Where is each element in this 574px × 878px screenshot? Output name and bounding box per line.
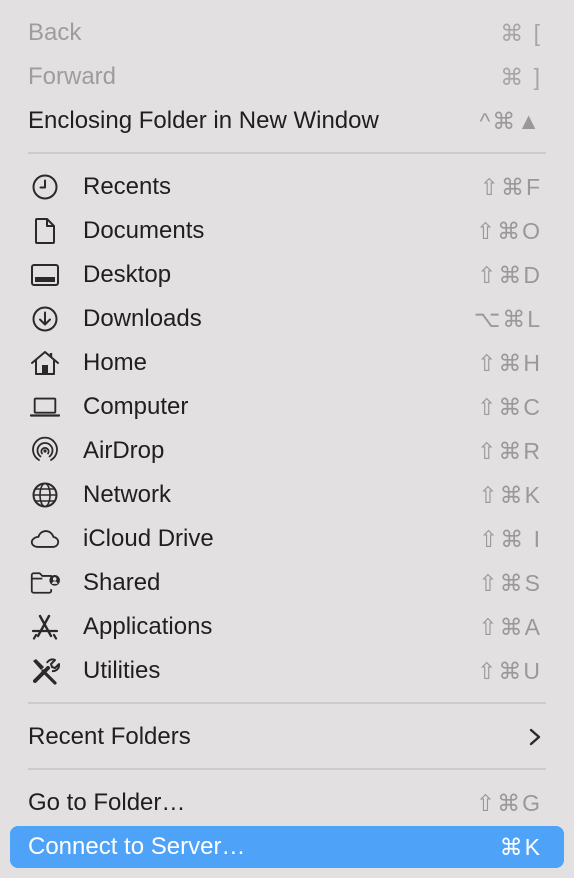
menu-item-label: Recent Folders [28, 723, 191, 750]
menu-item-icloud-drive[interactable]: iCloud Drive ⇧⌘ I [10, 519, 564, 559]
menu-item-computer[interactable]: Computer ⇧⌘C [10, 387, 564, 427]
menu-item-shortcut: ⇧⌘O [475, 218, 542, 244]
menu-item-label: Network [83, 481, 172, 508]
airdrop-icon [30, 436, 60, 465]
laptop-icon [30, 393, 60, 421]
menu-item-utilities[interactable]: Utilities ⇧⌘U [10, 651, 564, 691]
menu-item-shortcut: ⇧⌘R [477, 438, 542, 464]
menu-item-label: Desktop [83, 261, 172, 288]
menu-item-shared[interactable]: Shared ⇧⌘S [10, 563, 564, 603]
applications-icon [30, 613, 60, 641]
go-menu: Back ⌘ [ Forward ⌘ ] Enclosing Folder in… [0, 0, 574, 878]
menu-item-label: Go to Folder… [28, 789, 186, 816]
menu-item-shortcut: ⌘ ] [500, 64, 542, 90]
menu-item-label: Forward [28, 63, 117, 90]
desktop-icon [30, 261, 60, 289]
menu-item-label: Documents [83, 217, 205, 244]
menu-item-home[interactable]: Home ⇧⌘H [10, 343, 564, 383]
menu-item-label: AirDrop [83, 437, 165, 464]
menu-item-back[interactable]: Back ⌘ [ [10, 13, 564, 53]
menu-separator [28, 152, 546, 154]
menu-item-shortcut: ⇧⌘D [477, 262, 542, 288]
home-icon [30, 349, 60, 377]
menu-item-recents[interactable]: Recents ⇧⌘F [10, 167, 564, 207]
menu-item-recent-folders[interactable]: Recent Folders [10, 717, 564, 757]
menu-item-label: Back [28, 19, 82, 46]
menu-item-connect-to-server[interactable]: Connect to Server… ⌘K [10, 826, 564, 868]
chevron-right-icon [528, 728, 542, 751]
menu-item-network[interactable]: Network ⇧⌘K [10, 475, 564, 515]
menu-item-label: Connect to Server… [28, 833, 246, 860]
menu-separator [28, 702, 546, 704]
menu-item-desktop[interactable]: Desktop ⇧⌘D [10, 255, 564, 295]
menu-item-label: Home [83, 349, 148, 376]
document-icon [30, 217, 60, 245]
menu-item-shortcut: ⇧⌘A [478, 614, 542, 640]
menu-item-shortcut: ⌘K [499, 834, 542, 860]
menu-item-label: Computer [83, 393, 189, 420]
menu-item-shortcut: ⇧⌘H [477, 350, 542, 376]
menu-item-documents[interactable]: Documents ⇧⌘O [10, 211, 564, 251]
menu-item-shortcut: ⇧⌘F [479, 174, 542, 200]
menu-item-label: Utilities [83, 657, 161, 684]
menu-item-applications[interactable]: Applications ⇧⌘A [10, 607, 564, 647]
menu-item-forward[interactable]: Forward ⌘ ] [10, 57, 564, 97]
menu-item-label: Recents [83, 173, 172, 200]
menu-item-enclosing-folder[interactable]: Enclosing Folder in New Window ^⌘▲ [10, 101, 564, 141]
globe-icon [30, 481, 60, 509]
menu-item-label: Applications [83, 613, 213, 640]
utilities-icon [30, 657, 60, 685]
clock-icon [30, 173, 60, 201]
menu-item-shortcut: ⌘ [ [500, 20, 542, 46]
menu-item-label: Downloads [83, 305, 202, 332]
menu-item-label: iCloud Drive [83, 525, 214, 552]
menu-item-airdrop[interactable]: AirDrop ⇧⌘R [10, 431, 564, 471]
menu-item-go-to-folder[interactable]: Go to Folder… ⇧⌘G [10, 783, 564, 823]
menu-item-shortcut: ^⌘▲ [479, 108, 542, 134]
menu-item-shortcut: ⇧⌘C [477, 394, 542, 420]
cloud-icon [30, 525, 60, 553]
menu-item-downloads[interactable]: Downloads ⌥⌘L [10, 299, 564, 339]
menu-item-shortcut: ⇧⌘K [478, 482, 542, 508]
menu-item-label: Shared [83, 569, 161, 596]
menu-separator [28, 768, 546, 770]
menu-item-shortcut: ⌥⌘L [473, 306, 542, 332]
menu-item-shortcut: ⇧⌘S [478, 570, 542, 596]
menu-item-label: Enclosing Folder in New Window [28, 107, 379, 134]
menu-item-shortcut: ⇧⌘G [475, 790, 542, 816]
shared-folder-icon [30, 569, 60, 597]
menu-item-shortcut: ⇧⌘ I [478, 526, 542, 552]
download-icon [30, 305, 60, 333]
menu-item-shortcut: ⇧⌘U [477, 658, 542, 684]
